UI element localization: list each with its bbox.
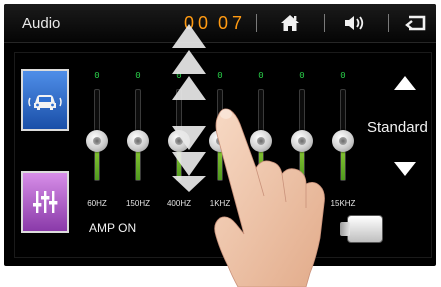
preset-up-button[interactable]: [390, 71, 420, 95]
divider: [388, 14, 389, 32]
eq-band[interactable]: 0 150HZ: [123, 71, 153, 208]
eq-slider-knob[interactable]: [127, 130, 149, 152]
equalizer-panel: 0 60HZ 0 150HZ 0 400HZ 0 1KHZ 0 0 0 15KH…: [14, 52, 432, 258]
home-icon: [281, 15, 299, 31]
swipe-down-arrow-icon: [172, 126, 206, 150]
eq-slider-knob[interactable]: [332, 130, 354, 152]
swipe-up-arrow-icon: [172, 50, 206, 74]
divider: [256, 14, 257, 32]
swipe-down-arrow-icon: [172, 176, 206, 192]
swipe-up-arrow-icon: [172, 76, 206, 100]
eq-band-value: 0: [299, 71, 305, 81]
eq-band-frequency: 15KHZ: [330, 199, 356, 208]
equalizer-button[interactable]: [21, 171, 69, 233]
clock-minutes: 07: [218, 13, 247, 33]
eq-slider-knob[interactable]: [86, 130, 108, 152]
back-button[interactable]: [403, 11, 429, 35]
toggle-grip: [340, 222, 350, 236]
eq-band-value: 0: [258, 71, 264, 81]
triangle-up-icon: [394, 76, 416, 90]
eq-band[interactable]: 0 60HZ: [82, 71, 112, 208]
triangle-down-icon: [394, 162, 416, 176]
eq-slider-knob[interactable]: [250, 130, 272, 152]
back-icon: [405, 15, 426, 31]
top-bar: Audio 00 07: [4, 4, 436, 43]
car-sound-icon: [28, 95, 62, 110]
amp-toggle[interactable]: [340, 215, 383, 243]
eq-band-value: 0: [94, 71, 100, 81]
eq-band[interactable]: 0 15KHZ: [328, 71, 358, 208]
car-sound-button[interactable]: [21, 69, 69, 131]
volume-button[interactable]: [342, 11, 368, 35]
eq-slider-knob[interactable]: [291, 130, 313, 152]
preset-label: Standard: [367, 119, 428, 136]
eq-band-value: 0: [340, 71, 346, 81]
equalizer-icon: [33, 191, 58, 213]
amp-label: AMP ON: [89, 221, 137, 235]
page-title: Audio: [22, 15, 61, 32]
home-button[interactable]: [277, 11, 303, 35]
audio-screen: Audio 0 0 07 0 60HZ 0 150HZ 0 400HZ 0 1KH…: [4, 4, 436, 266]
volume-icon: [345, 16, 364, 30]
eq-band[interactable]: 0: [287, 71, 317, 203]
swipe-up-arrow-icon: [172, 24, 206, 48]
eq-band[interactable]: 0: [246, 71, 276, 203]
eq-band-value: 0: [135, 71, 141, 81]
divider: [324, 14, 325, 32]
preset-down-button[interactable]: [390, 157, 420, 181]
